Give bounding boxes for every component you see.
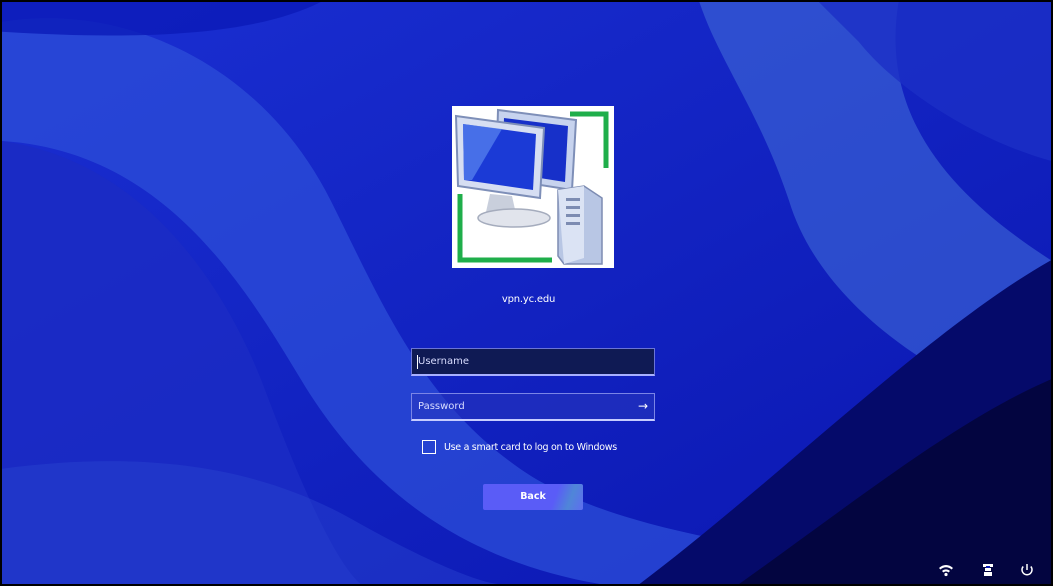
text-caret	[417, 355, 418, 369]
power-icon[interactable]	[1019, 562, 1035, 578]
smartcard-option[interactable]: Use a smart card to log on to Windows	[422, 438, 617, 456]
server-image	[452, 106, 614, 268]
username-input[interactable]: Username	[411, 348, 655, 376]
network-icon[interactable]	[938, 562, 954, 578]
back-button[interactable]: Back	[483, 484, 583, 510]
server-name: vpn.yc.edu	[501, 294, 556, 305]
username-placeholder: Username	[418, 356, 469, 367]
accessibility-icon[interactable]	[980, 562, 996, 578]
login-screen: vpn.yc.edu Username Password → Use a sma…	[0, 0, 1053, 586]
smartcard-checkbox[interactable]	[422, 440, 436, 454]
smartcard-label: Use a smart card to log on to Windows	[444, 441, 617, 453]
password-placeholder: Password	[418, 401, 465, 412]
arrow-right-icon[interactable]: →	[638, 394, 648, 420]
password-input[interactable]: Password →	[411, 393, 655, 421]
